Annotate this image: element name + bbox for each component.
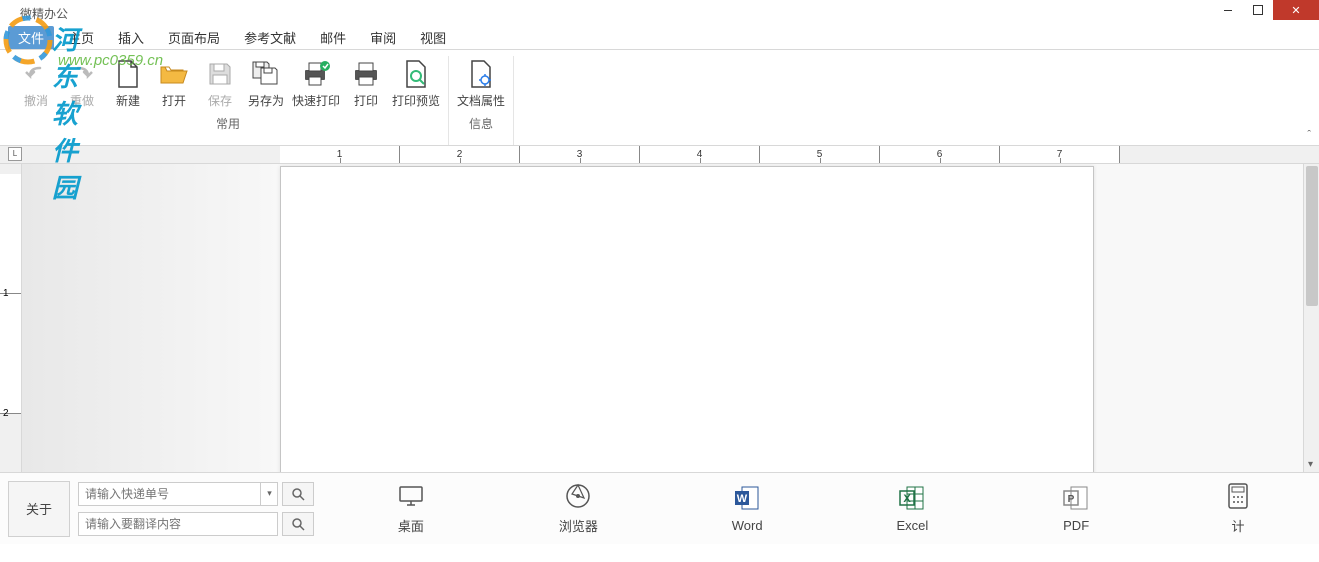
menu-home[interactable]: 主页 bbox=[58, 26, 104, 49]
document-area: 12 ▾ bbox=[0, 164, 1319, 472]
new-file-icon bbox=[112, 58, 144, 90]
save-icon bbox=[204, 58, 236, 90]
translate-input[interactable] bbox=[78, 512, 278, 536]
ribbon-collapse-button[interactable]: ˆ bbox=[1307, 129, 1311, 141]
menu-insert[interactable]: 插入 bbox=[108, 26, 154, 49]
saveas-button[interactable]: 另存为 bbox=[244, 56, 288, 111]
window-title: 微精办公 bbox=[20, 5, 68, 22]
translate-search-button[interactable] bbox=[282, 512, 314, 536]
launcher-label: Word bbox=[732, 518, 763, 533]
pdf-icon: P bbox=[1062, 484, 1090, 512]
horizontal-ruler: L 1234567 bbox=[0, 146, 1319, 164]
bottom-panel: 关于 ▾ 桌面浏览器WWordXExcelPPDF计 bbox=[0, 472, 1319, 544]
ribbon-group-common-label: 常用 bbox=[216, 115, 240, 134]
quickprint-icon bbox=[300, 58, 332, 90]
svg-text:P: P bbox=[1068, 494, 1075, 505]
ruler-mark: 7 bbox=[1000, 146, 1120, 164]
ruler-mark: 5 bbox=[760, 146, 880, 164]
launcher-label: 浏览器 bbox=[559, 516, 598, 535]
save-button[interactable]: 保存 bbox=[198, 56, 242, 111]
svg-text:W: W bbox=[737, 493, 748, 505]
launcher-label: PDF bbox=[1063, 518, 1089, 533]
open-button[interactable]: 打开 bbox=[152, 56, 196, 111]
docprops-button[interactable]: 文档属性 bbox=[455, 56, 507, 111]
express-input[interactable] bbox=[78, 482, 278, 506]
launcher-word[interactable]: W Word bbox=[732, 484, 763, 533]
svg-text:X: X bbox=[904, 493, 912, 505]
scrollbar-thumb[interactable] bbox=[1306, 166, 1318, 306]
redo-button[interactable]: 重做 bbox=[60, 56, 104, 111]
calc-icon bbox=[1224, 482, 1252, 510]
launcher-label: 桌面 bbox=[398, 516, 424, 535]
docprops-icon bbox=[465, 58, 497, 90]
scrollbar-down-icon[interactable]: ▾ bbox=[1308, 459, 1313, 470]
ruler-corner: L bbox=[8, 147, 22, 161]
document-page[interactable] bbox=[280, 166, 1094, 472]
search-icon bbox=[291, 487, 305, 501]
undo-icon bbox=[20, 58, 52, 90]
quickprint-button[interactable]: 快速打印 bbox=[290, 56, 342, 111]
ribbon-group-info: 文档属性 信息 bbox=[449, 56, 514, 145]
redo-icon bbox=[66, 58, 98, 90]
search-icon bbox=[291, 517, 305, 531]
document-canvas[interactable] bbox=[22, 164, 1303, 472]
word-icon: W bbox=[733, 484, 761, 512]
menu-mail[interactable]: 邮件 bbox=[310, 26, 356, 49]
saveas-icon bbox=[250, 58, 282, 90]
ruler-mark: 2 bbox=[0, 294, 22, 414]
menu-file[interactable]: 文件 bbox=[8, 26, 54, 49]
browser-icon bbox=[564, 482, 592, 510]
launcher-browser[interactable]: 浏览器 bbox=[559, 482, 598, 535]
desktop-icon bbox=[397, 482, 425, 510]
about-button[interactable]: 关于 bbox=[8, 481, 70, 537]
launcher-pdf[interactable]: P PDF bbox=[1062, 484, 1090, 533]
ribbon: 撤消 重做 新建 打开 bbox=[0, 50, 1319, 146]
menu-view[interactable]: 视图 bbox=[410, 26, 456, 49]
menu-references[interactable]: 参考文献 bbox=[234, 26, 306, 49]
menubar: 文件 主页 插入 页面布局 参考文献 邮件 审阅 视图 bbox=[0, 26, 1319, 50]
print-icon bbox=[350, 58, 382, 90]
ruler-mark: 1 bbox=[0, 174, 22, 294]
new-button[interactable]: 新建 bbox=[106, 56, 150, 111]
ribbon-group-info-label: 信息 bbox=[469, 115, 493, 134]
printpreview-button[interactable]: 打印预览 bbox=[390, 56, 442, 111]
ruler-mark: 6 bbox=[880, 146, 1000, 164]
launcher-label: Excel bbox=[896, 518, 928, 533]
menu-review[interactable]: 审阅 bbox=[360, 26, 406, 49]
vertical-scrollbar[interactable]: ▾ bbox=[1303, 164, 1319, 472]
excel-icon: X bbox=[898, 484, 926, 512]
print-button[interactable]: 打印 bbox=[344, 56, 388, 111]
launcher-excel[interactable]: X Excel bbox=[896, 484, 928, 533]
launcher-label: 计 bbox=[1232, 516, 1245, 535]
express-search-button[interactable] bbox=[282, 482, 314, 506]
printpreview-icon bbox=[400, 58, 432, 90]
open-folder-icon bbox=[158, 58, 190, 90]
window-controls bbox=[1213, 0, 1319, 20]
vertical-ruler: 12 bbox=[0, 164, 22, 472]
ribbon-group-common: 撤消 重做 新建 打开 bbox=[8, 56, 449, 145]
close-button[interactable] bbox=[1273, 0, 1319, 20]
maximize-button[interactable] bbox=[1243, 0, 1273, 20]
menu-page-layout[interactable]: 页面布局 bbox=[158, 26, 230, 49]
ruler-mark: 1 bbox=[280, 146, 400, 164]
launcher-desktop[interactable]: 桌面 bbox=[397, 482, 425, 535]
launcher-calc[interactable]: 计 bbox=[1224, 482, 1252, 535]
ruler-mark: 2 bbox=[400, 146, 520, 164]
ruler-mark: 3 bbox=[520, 146, 640, 164]
undo-button[interactable]: 撤消 bbox=[14, 56, 58, 111]
ruler-mark: 4 bbox=[640, 146, 760, 164]
minimize-button[interactable] bbox=[1213, 0, 1243, 20]
titlebar: 微精办公 bbox=[0, 0, 1319, 26]
